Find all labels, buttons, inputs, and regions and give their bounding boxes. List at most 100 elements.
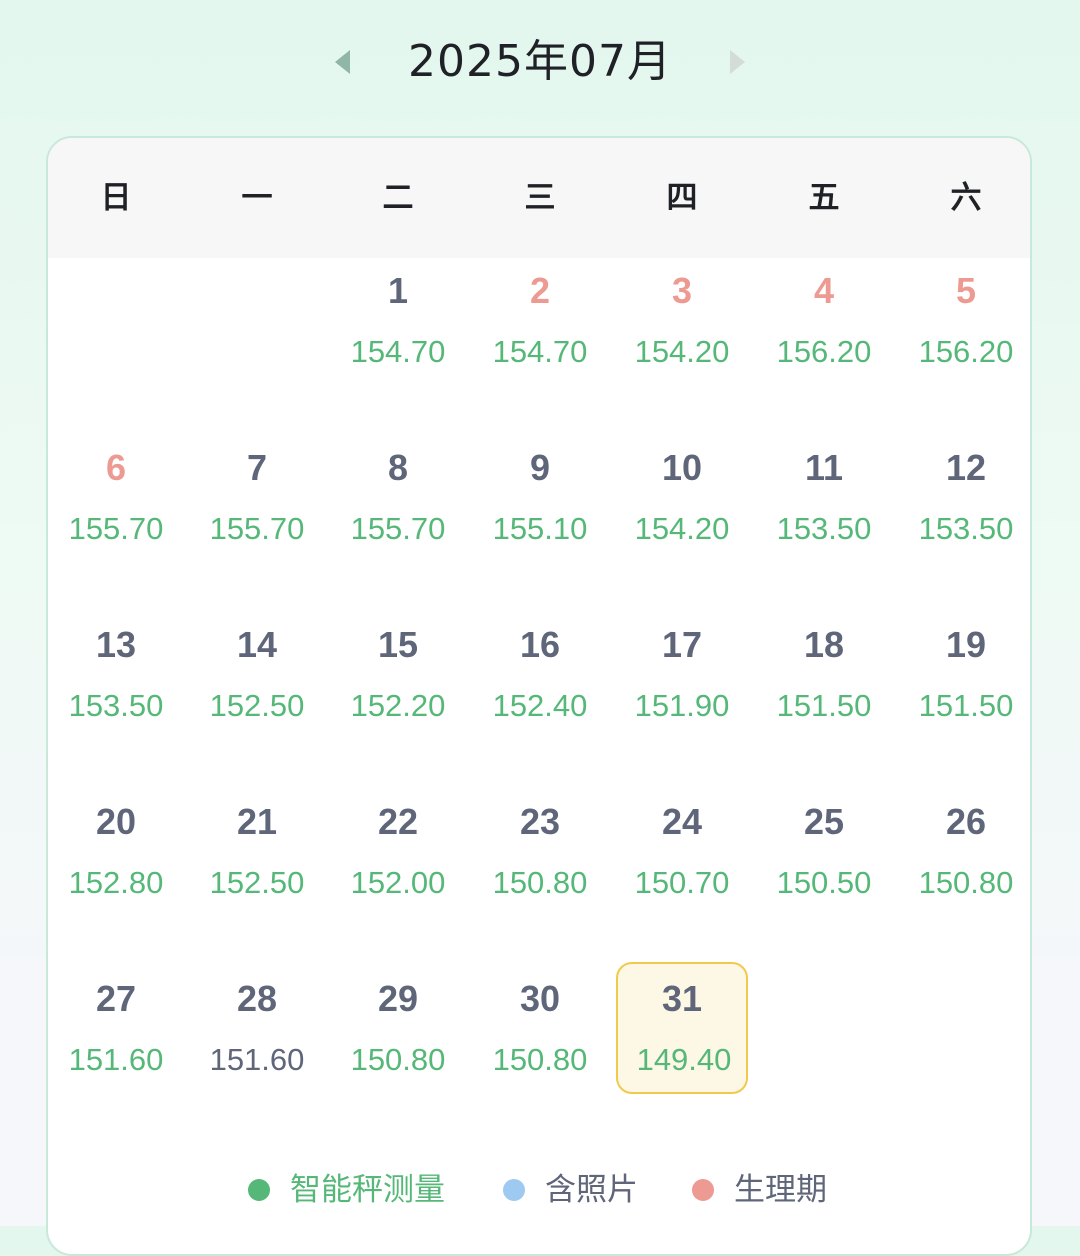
day-number: 1	[387, 270, 409, 311]
day-number: 23	[519, 801, 561, 842]
calendar-card: 日一二三四五六 1 154.70 2 154.70 3 154.20 4 156.20 5 156…	[46, 136, 1032, 1256]
day-cell[interactable]: 20 152.80	[50, 785, 182, 917]
weekday-label: 六	[950, 180, 982, 216]
legend-dot-icon	[503, 1179, 525, 1201]
day-number: 21	[236, 801, 278, 842]
day-weight: 152.50	[209, 865, 305, 900]
day-cell[interactable]: 5 156.20	[900, 254, 1030, 386]
day-weight: 154.20	[634, 511, 730, 546]
day-weight: 150.80	[492, 865, 588, 900]
day-weight: 151.50	[776, 688, 872, 723]
legend-label: 生理期	[734, 1172, 827, 1208]
day-cell[interactable]: 11 153.50	[758, 431, 890, 563]
day-number: 25	[803, 801, 845, 842]
day-weight: 153.50	[918, 511, 1014, 546]
day-number: 29	[377, 978, 419, 1019]
day-cell[interactable]: 13 153.50	[50, 608, 182, 740]
day-number: 31	[661, 978, 703, 1019]
day-weight: 154.70	[492, 334, 588, 369]
day-number: 28	[236, 978, 278, 1019]
day-weight: 151.90	[634, 688, 730, 723]
day-cell[interactable]: 29 150.80	[332, 962, 464, 1094]
day-weight: 155.10	[492, 511, 588, 546]
day-weight: 156.20	[776, 334, 872, 369]
day-number: 19	[945, 624, 987, 665]
day-number: 6	[105, 447, 127, 488]
day-cell[interactable]: 16 152.40	[474, 608, 606, 740]
day-weight: 153.50	[68, 688, 164, 723]
legend-dot-icon	[248, 1179, 270, 1201]
day-number: 27	[95, 978, 137, 1019]
prev-month-button[interactable]	[324, 40, 360, 84]
day-cell[interactable]: 18 151.50	[758, 608, 890, 740]
day-number: 20	[95, 801, 137, 842]
legend-item: 智能秤测量	[248, 1160, 445, 1220]
legend-label: 含照片	[545, 1172, 638, 1208]
day-cell-today[interactable]: 31 149.40	[616, 962, 748, 1094]
weekday-label: 一	[241, 180, 273, 216]
day-number: 24	[661, 801, 703, 842]
caret-left-icon	[335, 50, 350, 74]
day-cell[interactable]: 12 153.50	[900, 431, 1030, 563]
day-number: 30	[519, 978, 561, 1019]
day-weight: 150.70	[634, 865, 730, 900]
day-weight: 152.50	[209, 688, 305, 723]
day-cell[interactable]: 4 156.20	[758, 254, 890, 386]
next-month-button[interactable]	[720, 40, 756, 84]
day-weight: 155.70	[209, 511, 305, 546]
day-cell[interactable]: 7 155.70	[191, 431, 323, 563]
day-weight: 153.50	[776, 511, 872, 546]
day-number: 2	[529, 270, 551, 311]
day-weight: 151.50	[918, 688, 1014, 723]
day-cell[interactable]: 19 151.50	[900, 608, 1030, 740]
day-weight: 156.20	[918, 334, 1014, 369]
day-weight: 152.80	[68, 865, 164, 900]
day-weight: 154.70	[350, 334, 446, 369]
day-cell[interactable]: 2 154.70	[474, 254, 606, 386]
legend-dot-icon	[692, 1179, 714, 1201]
day-cell[interactable]: 23 150.80	[474, 785, 606, 917]
day-cell[interactable]: 8 155.70	[332, 431, 464, 563]
day-cell[interactable]: 21 152.50	[191, 785, 323, 917]
day-number: 9	[529, 447, 551, 488]
day-number: 17	[661, 624, 703, 665]
day-cell[interactable]: 26 150.80	[900, 785, 1030, 917]
day-cell[interactable]: 14 152.50	[191, 608, 323, 740]
day-weight: 152.40	[492, 688, 588, 723]
weekday-label: 三	[524, 180, 556, 216]
day-cell[interactable]: 17 151.90	[616, 608, 748, 740]
day-cell[interactable]: 25 150.50	[758, 785, 890, 917]
day-cell[interactable]: 1 154.70	[332, 254, 464, 386]
day-number: 12	[945, 447, 987, 488]
day-number: 4	[813, 270, 835, 311]
day-weight: 155.70	[350, 511, 446, 546]
day-number: 15	[377, 624, 419, 665]
day-cell[interactable]: 27 151.60	[50, 962, 182, 1094]
day-weight: 150.50	[776, 865, 872, 900]
day-cell[interactable]: 9 155.10	[474, 431, 606, 563]
day-cell[interactable]: 3 154.20	[616, 254, 748, 386]
day-weight: 152.20	[350, 688, 446, 723]
day-cell[interactable]: 6 155.70	[50, 431, 182, 563]
day-cell[interactable]: 22 152.00	[332, 785, 464, 917]
day-number: 14	[236, 624, 278, 665]
day-weight: 150.80	[492, 1042, 588, 1077]
day-number: 18	[803, 624, 845, 665]
day-cell[interactable]: 28 151.60	[191, 962, 323, 1094]
weekday-label: 四	[666, 180, 698, 216]
day-cell[interactable]: 24 150.70	[616, 785, 748, 917]
weekday-label: 五	[808, 180, 840, 216]
day-weight: 152.00	[350, 865, 446, 900]
day-weight: 151.60	[209, 1042, 305, 1077]
month-header: 2025年07月	[0, 22, 1080, 102]
day-cell[interactable]: 10 154.20	[616, 431, 748, 563]
day-number: 16	[519, 624, 561, 665]
day-number: 11	[804, 447, 844, 488]
day-number: 5	[955, 270, 977, 311]
legend-item: 生理期	[692, 1160, 827, 1220]
day-cell[interactable]: 30 150.80	[474, 962, 606, 1094]
weekday-label: 二	[382, 180, 414, 216]
day-weight: 151.60	[68, 1042, 164, 1077]
day-weight: 149.40	[636, 1042, 732, 1077]
day-cell[interactable]: 15 152.20	[332, 608, 464, 740]
